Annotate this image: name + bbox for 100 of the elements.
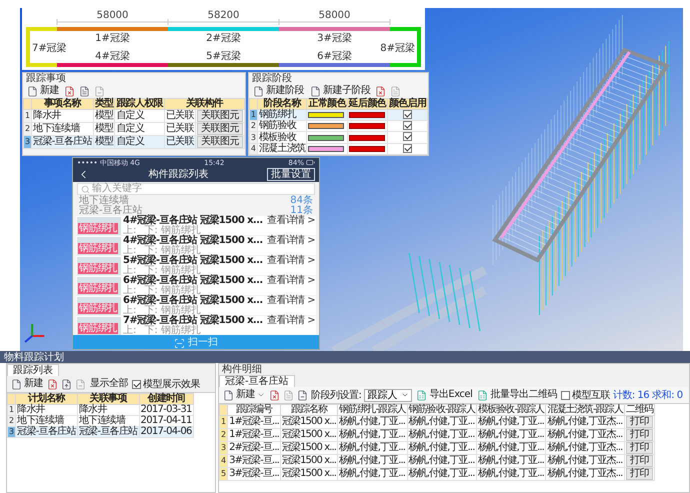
show-all-button[interactable]: 显示全部 xyxy=(89,378,129,390)
stage-badge: 钢筋绑扎 xyxy=(78,322,118,334)
color-swatch[interactable] xyxy=(348,146,385,152)
color-swatch[interactable] xyxy=(308,134,344,141)
column-header: 类型 xyxy=(93,98,115,110)
table-cell: 1#冠梁-亘... xyxy=(228,416,280,428)
details-link[interactable]: 查看详情 > xyxy=(267,276,315,286)
details-link[interactable]: 查看详情 > xyxy=(267,296,315,306)
checkbox[interactable] xyxy=(402,121,412,130)
checkbox[interactable] xyxy=(402,110,412,119)
list-item[interactable]: 钢筋绑扎 6#冠梁-亘各庄站 冠梁1500 x... 查看详情 > 上: 下: 钢筋绑扎 xyxy=(76,296,316,315)
previous-stage-text: 上: xyxy=(123,326,136,335)
table-cell: 杨帆,付健,丁亚... xyxy=(476,428,546,442)
beam-label: 8#冠梁 xyxy=(380,43,415,54)
stage-badge: 钢筋绑扎 xyxy=(78,222,118,234)
row-number: 1 xyxy=(8,404,16,416)
table-cell: 杨帆,付健,丁亚... xyxy=(476,468,546,480)
checkbox[interactable] xyxy=(402,132,412,142)
document-x-icon[interactable] xyxy=(375,86,386,96)
document-icon[interactable] xyxy=(61,378,72,390)
dimension-label: 58000 xyxy=(96,10,128,21)
table-cell: 自定义 xyxy=(114,110,164,122)
column-header: 模板验收-跟踪人 xyxy=(476,404,546,416)
table-cell: 杨帆,付健,丁亚... xyxy=(407,454,476,468)
details-link[interactable]: 查看详情 > xyxy=(267,256,315,266)
column-header: 计划名称 xyxy=(16,394,78,404)
details-link[interactable]: 查看详情 > xyxy=(267,316,315,326)
new-substage-button[interactable]: 新建子阶段 xyxy=(308,85,372,97)
item-title: 4#冠梁-亘各庄站 冠梁1500 x... xyxy=(123,236,263,246)
model-link-checkbox[interactable]: 模型互联 xyxy=(560,388,610,402)
print-button[interactable]: 打印 xyxy=(626,429,654,441)
details-link[interactable]: 查看详情 > xyxy=(267,216,315,226)
row-number: 4 xyxy=(220,454,228,468)
color-swatch[interactable] xyxy=(308,123,344,130)
group-count: 11条 xyxy=(290,206,313,216)
document-x-icon[interactable] xyxy=(269,390,280,400)
document-icon[interactable] xyxy=(297,390,308,400)
scan-icon xyxy=(174,338,185,348)
column-header: 钢筋绑扎-跟踪人 xyxy=(338,404,407,416)
link-element-button[interactable]: 关联图元 xyxy=(196,123,243,135)
color-swatch[interactable] xyxy=(308,112,344,118)
document-icon xyxy=(223,390,234,400)
model-effect-checkbox[interactable]: 模型展示效果 xyxy=(132,377,200,391)
battery-icon xyxy=(306,158,315,167)
document-x-icon[interactable] xyxy=(64,86,75,96)
table-cell: 已关联 xyxy=(164,136,196,148)
bar-title: 物料跟踪计划 xyxy=(4,352,64,362)
panel-tab[interactable]: 跟踪列表 xyxy=(7,364,59,376)
stage-setting-label: 阶段列设置: xyxy=(311,388,362,402)
table-cell: 杨帆,付健,丁亚... xyxy=(338,416,407,428)
row-number: 3 xyxy=(24,136,32,148)
document-icon[interactable] xyxy=(79,86,90,96)
document-icon xyxy=(11,378,22,390)
new-button[interactable]: 新建 xyxy=(10,378,44,390)
link-element-button[interactable]: 关联图元 xyxy=(196,136,243,148)
color-swatch[interactable] xyxy=(308,146,344,152)
column-header: 关联事项 xyxy=(77,394,140,404)
row-number: 3 xyxy=(249,132,258,144)
caret-icon xyxy=(257,391,265,399)
row-number: 2 xyxy=(249,120,258,132)
beam-label: 2#冠梁 xyxy=(206,33,241,44)
new-button[interactable]: 新建 xyxy=(222,389,266,401)
panel-tab[interactable]: 冠梁-亘各庄站 xyxy=(219,375,295,387)
color-swatch[interactable] xyxy=(348,134,385,141)
list-item[interactable]: 钢筋绑扎 4#冠梁-亘各庄站 冠梁1500 x... 查看详情 > 上: 下: 钢筋绑扎 xyxy=(76,236,316,255)
export-qr-button[interactable]: 批量导出二维码 xyxy=(476,389,558,401)
row-number: 3 xyxy=(220,442,228,454)
previous-stage-text: 上: xyxy=(123,286,136,295)
beam-label: 3#冠梁 xyxy=(317,33,352,44)
column-header: 跟踪名称 xyxy=(280,404,338,416)
list-item[interactable]: 钢筋绑扎 5#冠梁-亘各庄站 冠梁1500 x... 查看详情 > 上: 下: 钢筋绑扎 xyxy=(76,256,316,275)
document-icon xyxy=(252,86,264,96)
table-cell: 模板验收 xyxy=(257,132,307,144)
new-button[interactable]: 新建 xyxy=(26,85,60,97)
table-cell: 杨帆,付健,丁亚... xyxy=(338,442,407,454)
export-excel-button[interactable]: 导出Excel xyxy=(415,389,474,401)
list-item[interactable]: 钢筋绑扎 4#冠梁-亘各庄站 冠梁1500 x... 查看详情 > 上: 下: 钢筋绑扎 xyxy=(76,216,316,235)
color-swatch[interactable] xyxy=(348,123,385,130)
print-button[interactable]: 打印 xyxy=(626,468,654,480)
new-stage-button[interactable]: 新建阶段 xyxy=(252,85,305,97)
document-x-icon[interactable] xyxy=(47,378,58,390)
print-button[interactable]: 打印 xyxy=(626,416,654,428)
table-cell: 2017-03-31 xyxy=(139,404,194,416)
count-text: 计数: 16 xyxy=(612,388,650,402)
table-cell: 杨帆,付健,丁亚... xyxy=(407,468,476,480)
table-cell: 降水井 xyxy=(16,404,78,416)
row-number: 2 xyxy=(8,416,16,426)
table-cell: 自定义 xyxy=(114,136,164,148)
print-button[interactable]: 打印 xyxy=(626,442,654,454)
color-swatch[interactable] xyxy=(348,112,385,118)
print-button[interactable]: 打印 xyxy=(626,455,654,467)
link-element-button[interactable]: 关联图元 xyxy=(196,110,243,122)
next-stage-text: 下: 钢筋绑扎 xyxy=(144,286,201,295)
stage-column-select[interactable]: 跟踪人 xyxy=(364,388,412,402)
batch-settings-button[interactable]: 批量设置 xyxy=(267,168,315,181)
details-link[interactable]: 查看详情 > xyxy=(267,236,315,246)
list-item[interactable]: 钢筋绑扎 6#冠梁-亘各庄站 冠梁1500 x... 查看详情 > 上: 下: 钢筋绑扎 xyxy=(76,276,316,295)
list-item[interactable]: 钢筋绑扎 7#冠梁-亘各庄站 冠梁1500 x... 查看详情 > 上: 下: 钢筋绑扎 xyxy=(76,316,316,335)
table-cell: 混凝土浇筑 xyxy=(257,143,307,154)
next-stage-text: 下: 钢筋绑扎 xyxy=(144,246,201,255)
